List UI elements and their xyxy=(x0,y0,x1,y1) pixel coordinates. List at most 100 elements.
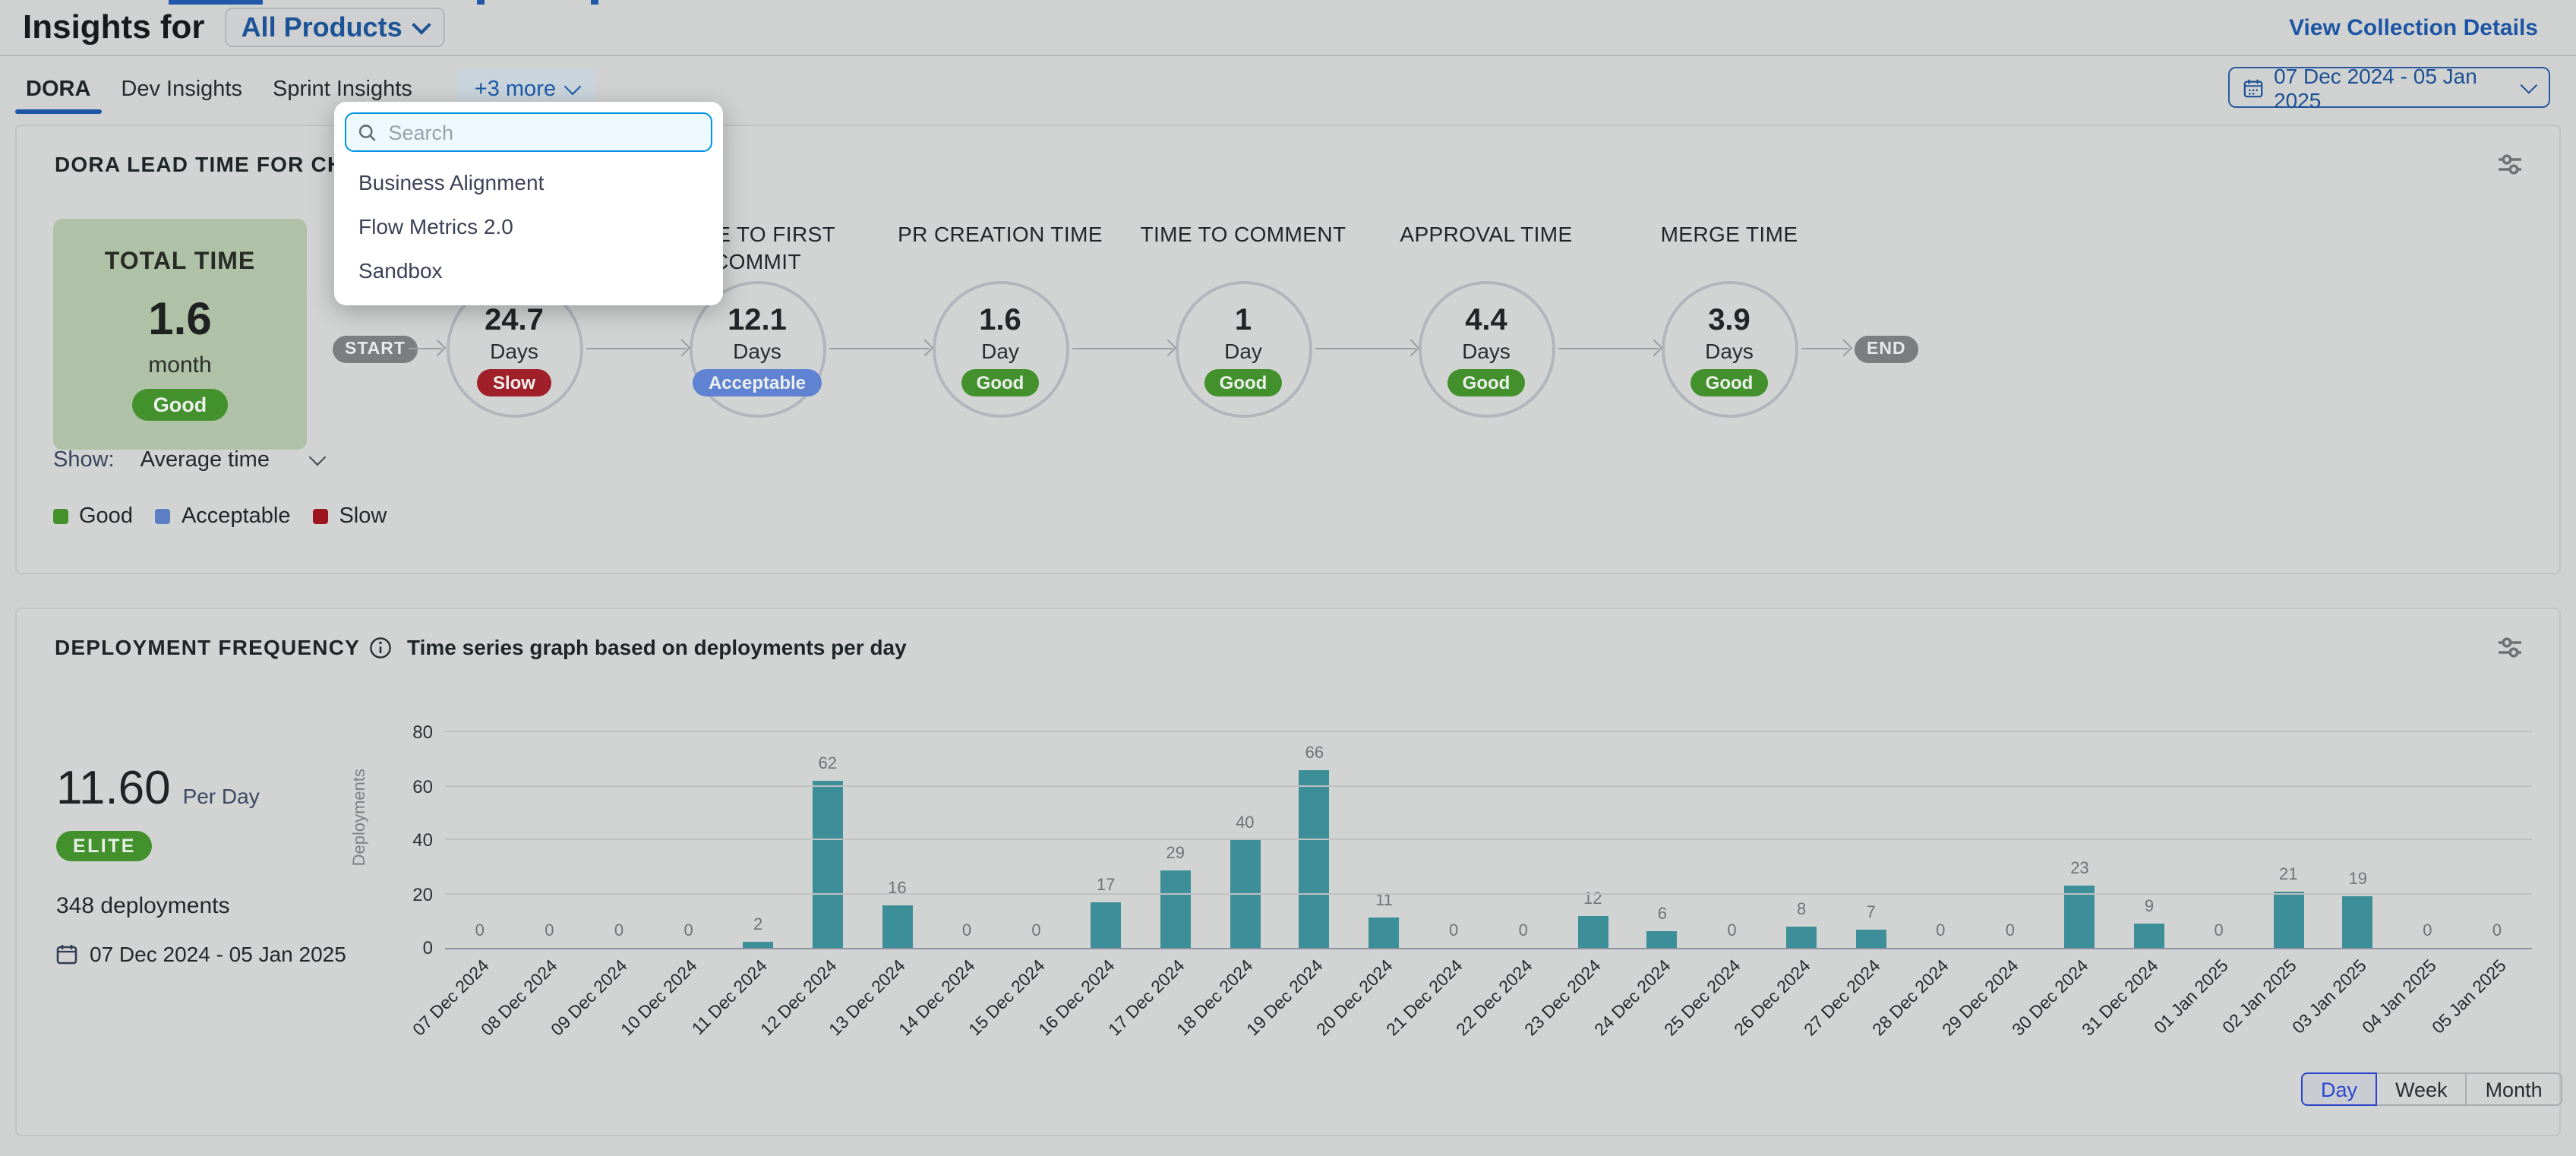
deployment-rate-unit: Per Day xyxy=(183,784,260,808)
show-metric-select[interactable]: Show: Average time xyxy=(53,448,324,472)
flow-arrow xyxy=(829,348,929,350)
chart-slot: 008 Dec 2024 xyxy=(515,685,585,948)
flow-start-node: START xyxy=(333,336,418,363)
bar-value-label: 62 xyxy=(793,755,863,773)
bar-value-label: 8 xyxy=(1766,901,1836,919)
bar-value-label: 40 xyxy=(1211,814,1280,832)
bar xyxy=(813,781,843,948)
stage-node: 4.4DaysGood xyxy=(1418,281,1555,418)
total-time-value: 1.6 xyxy=(148,297,211,343)
chart-settings-icon[interactable] xyxy=(2496,150,2524,179)
chart-slot: 029 Dec 2024 xyxy=(1975,685,2045,948)
tab-dev-insights[interactable]: Dev Insights xyxy=(121,56,242,123)
stage-label-approval-time: APPROVAL TIME xyxy=(1372,220,1600,248)
granularity-button-day[interactable]: Day xyxy=(2301,1072,2377,1106)
tab-dora[interactable]: DORA xyxy=(26,56,90,123)
chart-slot: 025 Dec 2024 xyxy=(1697,685,1767,948)
chevron-down-icon xyxy=(2521,76,2537,93)
granularity-button-week[interactable]: Week xyxy=(2377,1072,2467,1106)
more-tabs-label: +3 more xyxy=(475,77,556,102)
bar xyxy=(2343,897,2373,948)
bar xyxy=(882,905,912,948)
view-collection-details-link[interactable]: View Collection Details xyxy=(2289,14,2538,40)
bar-value-label: 0 xyxy=(2184,922,2254,940)
legend-swatch xyxy=(313,509,328,524)
stage-status-badge: Acceptable xyxy=(693,368,821,396)
bar-value-label: 21 xyxy=(2253,865,2323,883)
legend-swatch xyxy=(156,509,171,524)
bar-value-label: 2 xyxy=(723,917,793,935)
bar xyxy=(1091,902,1121,948)
chart-slot: 005 Jan 2025 xyxy=(2462,685,2532,948)
dropdown-item-business-alignment[interactable]: Business Alignment xyxy=(345,160,712,204)
chart-slot: 6619 Dec 2024 xyxy=(1280,685,1350,948)
y-axis-tick: 0 xyxy=(377,937,433,959)
x-axis-label: 04 Jan 2025 xyxy=(2360,957,2441,1038)
bar xyxy=(2064,886,2095,948)
stage-status-badge: Good xyxy=(961,368,1040,396)
page-header: Insights for All Products View Collectio… xyxy=(0,0,2576,56)
info-icon[interactable] xyxy=(369,636,392,659)
stage-node: 1DayGood xyxy=(1175,281,1312,418)
bar xyxy=(1647,932,1678,948)
stage-label-time-to-comment: TIME TO COMMENT xyxy=(1129,220,1357,248)
deployment-rate: 11.60 Per Day xyxy=(56,761,260,816)
flow-arrow xyxy=(1072,348,1172,350)
bar-value-label: 16 xyxy=(863,879,933,897)
granularity-button-month[interactable]: Month xyxy=(2467,1072,2562,1106)
calendar-icon xyxy=(56,943,77,965)
flow-end-node: END xyxy=(1855,336,1918,363)
bar-value-label: 0 xyxy=(654,922,724,940)
x-axis-label: 01 Jan 2025 xyxy=(2151,957,2232,1038)
dropdown-search-box[interactable] xyxy=(345,112,712,152)
chevron-down-icon xyxy=(310,449,327,466)
total-time-label: TOTAL TIME xyxy=(105,248,255,276)
bar xyxy=(1577,915,1608,948)
show-value: Average time xyxy=(140,448,270,472)
y-axis-tick: 40 xyxy=(377,829,433,851)
x-axis-label: 05 Jan 2025 xyxy=(2429,957,2510,1038)
bar-value-label: 0 xyxy=(1419,922,1488,940)
bar-value-label: 29 xyxy=(1141,844,1211,862)
date-range-picker[interactable]: 07 Dec 2024 - 05 Jan 2025 xyxy=(2228,67,2550,108)
page-title: Insights for xyxy=(23,8,205,47)
bar-value-label: 7 xyxy=(1836,903,1906,921)
performance-badge: ELITE xyxy=(56,831,153,861)
collection-selector-label: All Products xyxy=(242,11,402,43)
stage-value: 24.7 xyxy=(485,303,544,336)
flow-arrow xyxy=(1558,348,1658,350)
chart-slot: 1120 Dec 2024 xyxy=(1350,685,1419,948)
legend-swatch xyxy=(53,509,68,524)
dropdown-item-sandbox[interactable]: Sandbox xyxy=(345,248,712,292)
bar xyxy=(1856,929,1886,948)
gridline xyxy=(445,731,2532,732)
chart-slot: 1613 Dec 2024 xyxy=(863,685,933,948)
bar-value-label: 9 xyxy=(2114,898,2184,916)
bar xyxy=(743,943,773,948)
deployments-bar-chart: Deployments 007 Dec 2024008 Dec 2024009 … xyxy=(445,685,2532,949)
dropdown-search-input[interactable] xyxy=(385,119,699,145)
stage-node: 3.9DaysGood xyxy=(1661,281,1798,418)
bar-value-label: 66 xyxy=(1280,744,1350,763)
dropdown-item-flow-metrics-2-0[interactable]: Flow Metrics 2.0 xyxy=(345,204,712,248)
bar xyxy=(2134,924,2164,948)
chart-settings-icon[interactable] xyxy=(2496,633,2524,662)
stage-value: 4.4 xyxy=(1465,303,1507,336)
bar xyxy=(1786,927,1817,948)
stage-node: 1.6DayGood xyxy=(932,281,1069,418)
search-icon xyxy=(358,122,376,142)
stage-value: 12.1 xyxy=(728,303,787,336)
legend-label: Good xyxy=(79,504,133,529)
chart-slot: 2330 Dec 2024 xyxy=(2045,685,2115,948)
chart-slot: 014 Dec 2024 xyxy=(932,685,1002,948)
chart-slot: 015 Dec 2024 xyxy=(1002,685,1072,948)
total-time-unit: month xyxy=(148,352,211,377)
legend-item-slow: Slow xyxy=(313,504,387,529)
legend-item-acceptable: Acceptable xyxy=(156,504,291,529)
chart-slot: 1903 Jan 2025 xyxy=(2323,685,2393,948)
collection-selector-button[interactable]: All Products xyxy=(225,8,445,47)
deployment-rate-value: 11.60 xyxy=(56,761,171,816)
bar-value-label: 0 xyxy=(584,922,654,940)
show-label: Show: xyxy=(53,448,115,472)
chart-slot: 624 Dec 2024 xyxy=(1627,685,1697,948)
